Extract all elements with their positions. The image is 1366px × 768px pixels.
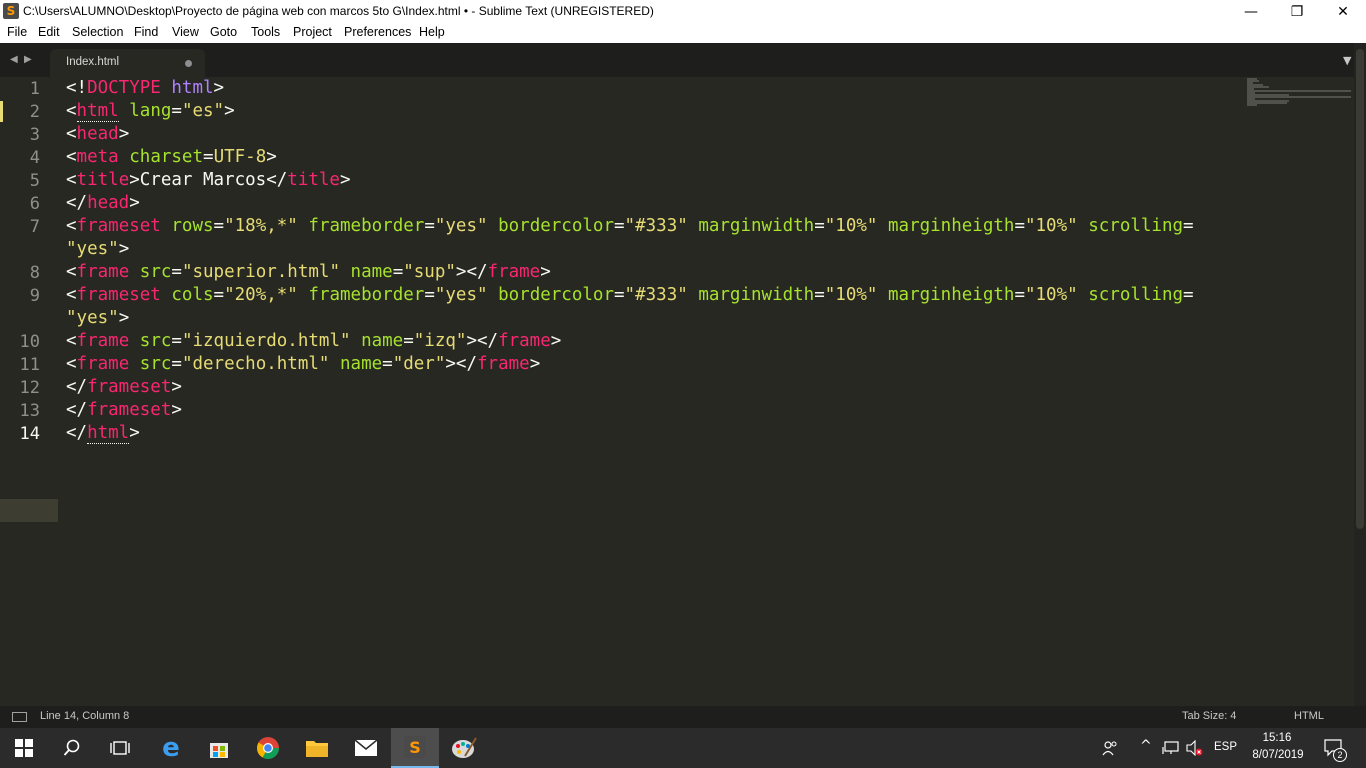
show-hidden-icons-chevron-icon[interactable]: ^ [1140,738,1152,754]
notification-count-badge[interactable]: 2 [1333,748,1347,762]
start-button[interactable] [0,728,48,768]
sublime-app-icon: S [3,3,19,19]
line-number: 8 [29,263,40,283]
search-button[interactable] [48,728,96,768]
title-bar: S C:\Users\ALUMNO\Desktop\Proyecto de pá… [0,0,1366,23]
line-number: 6 [29,194,40,214]
unsaved-dot-icon[interactable] [185,60,192,67]
minimap[interactable] [1245,77,1352,107]
close-button[interactable]: ✕ [1320,0,1366,23]
menu-find[interactable]: Find [134,25,158,39]
paint-palette-icon [452,737,477,758]
code-line-7: <frameset rows="18%,*" frameborder="yes"… [66,216,1194,236]
code-line-9: <frameset cols="20%,*" frameborder="yes"… [66,285,1194,305]
cursor-position: Line 14, Column 8 [40,710,130,722]
sublime-text-icon: S [404,736,426,758]
line-number: 12 [19,378,40,398]
code-line-2: <html lang="es"> [66,101,235,122]
task-view-icon [110,741,130,755]
code-line-10: <frame src="izquierdo.html" name="izq"><… [66,331,562,351]
code-line-5: <title>Crear Marcos</title> [66,170,351,190]
code-line-6: </head> [66,193,140,213]
menu-project[interactable]: Project [293,25,332,39]
menu-bar: File Edit Selection Find View Goto Tools… [0,23,1366,43]
taskbar-chrome[interactable] [244,728,292,768]
tab-label: Index.html [66,56,120,68]
console-toggle-icon[interactable] [12,712,27,722]
menu-edit[interactable]: Edit [38,25,60,39]
tab-prev-arrow-icon[interactable]: ◀ [10,54,18,65]
scrollbar-thumb[interactable] [1356,49,1364,529]
code-line-13: </frameset> [66,400,182,420]
taskbar-sublime-text[interactable]: S [391,728,439,768]
store-icon [210,743,228,758]
code-line-8: <frame src="superior.html" name="sup"></… [66,262,551,282]
code-line-3: <head> [66,124,130,144]
line-number: 4 [29,148,40,168]
taskbar-edge[interactable]: e [147,728,195,768]
tab-list-dropdown-icon[interactable]: ▼ [1343,54,1351,67]
input-language[interactable]: ESP [1214,741,1237,753]
line-number: 1 [29,79,40,99]
mail-icon [354,739,378,756]
code-line-11: <frame src="derecho.html" name="der"></f… [66,354,541,374]
line-number: 7 [29,217,40,237]
menu-selection[interactable]: Selection [72,25,123,39]
tab-index-html[interactable]: Index.html [50,49,205,77]
folder-icon [306,741,328,757]
windows-taskbar: e S ^ ESP 15:16 8/07/2019 2 [0,728,1366,768]
current-line-highlight [0,499,58,522]
chrome-icon [257,737,279,759]
minimize-button[interactable]: — [1228,0,1274,23]
code-line-14: </html> [66,423,140,444]
menu-preferences[interactable]: Preferences [344,25,411,39]
task-view-button[interactable] [96,728,144,768]
line-number: 13 [19,401,40,421]
line-number: 3 [29,125,40,145]
volume-muted-icon[interactable] [1186,740,1204,756]
menu-view[interactable]: View [172,25,199,39]
line-number: 10 [19,332,40,352]
maximize-button[interactable]: ❐ [1274,0,1320,23]
menu-help[interactable]: Help [419,25,445,39]
edge-icon: e [162,733,180,763]
code-line-4: <meta charset=UTF-8> [66,147,277,167]
windows-logo-icon [15,739,33,757]
people-icon[interactable] [1102,740,1118,756]
code-line-7-wrap: "yes"> [66,239,130,259]
line-number: 5 [29,171,40,191]
search-icon [63,739,80,756]
taskbar-file-explorer[interactable] [293,728,341,768]
vertical-scrollbar[interactable] [1354,43,1366,706]
window-title: C:\Users\ALUMNO\Desktop\Proyecto de pági… [23,4,654,18]
tab-size-indicator[interactable]: Tab Size: 4 [1182,710,1236,722]
menu-goto[interactable]: Goto [210,25,237,39]
code-line-12: </frameset> [66,377,182,397]
tab-next-arrow-icon[interactable]: ▶ [24,54,32,65]
taskbar-store[interactable] [195,728,243,768]
code-line-9-wrap: "yes"> [66,308,130,328]
line-number-current: 14 [19,424,40,444]
tab-bar: ◀ ▶ Index.html ▼ [0,43,1366,77]
network-icon[interactable] [1162,741,1180,755]
clock-time[interactable]: 15:16 [1252,732,1302,744]
code-editor[interactable]: 1 2 3 4 5 6 7 8 9 10 11 12 13 14 <!DOCTY… [0,77,1354,706]
line-number: 2 [29,102,40,122]
menu-tools[interactable]: Tools [251,25,280,39]
syntax-indicator[interactable]: HTML [1294,710,1324,722]
taskbar-mail[interactable] [342,728,390,768]
status-bar: Line 14, Column 8 Tab Size: 4 HTML [0,706,1366,728]
menu-file[interactable]: File [7,25,27,39]
taskbar-paint[interactable] [440,728,488,768]
clock-date[interactable]: 8/07/2019 [1250,749,1306,761]
line-number: 11 [19,355,40,375]
line-number: 9 [29,286,40,306]
code-line-1: <!DOCTYPE html> [66,78,225,98]
